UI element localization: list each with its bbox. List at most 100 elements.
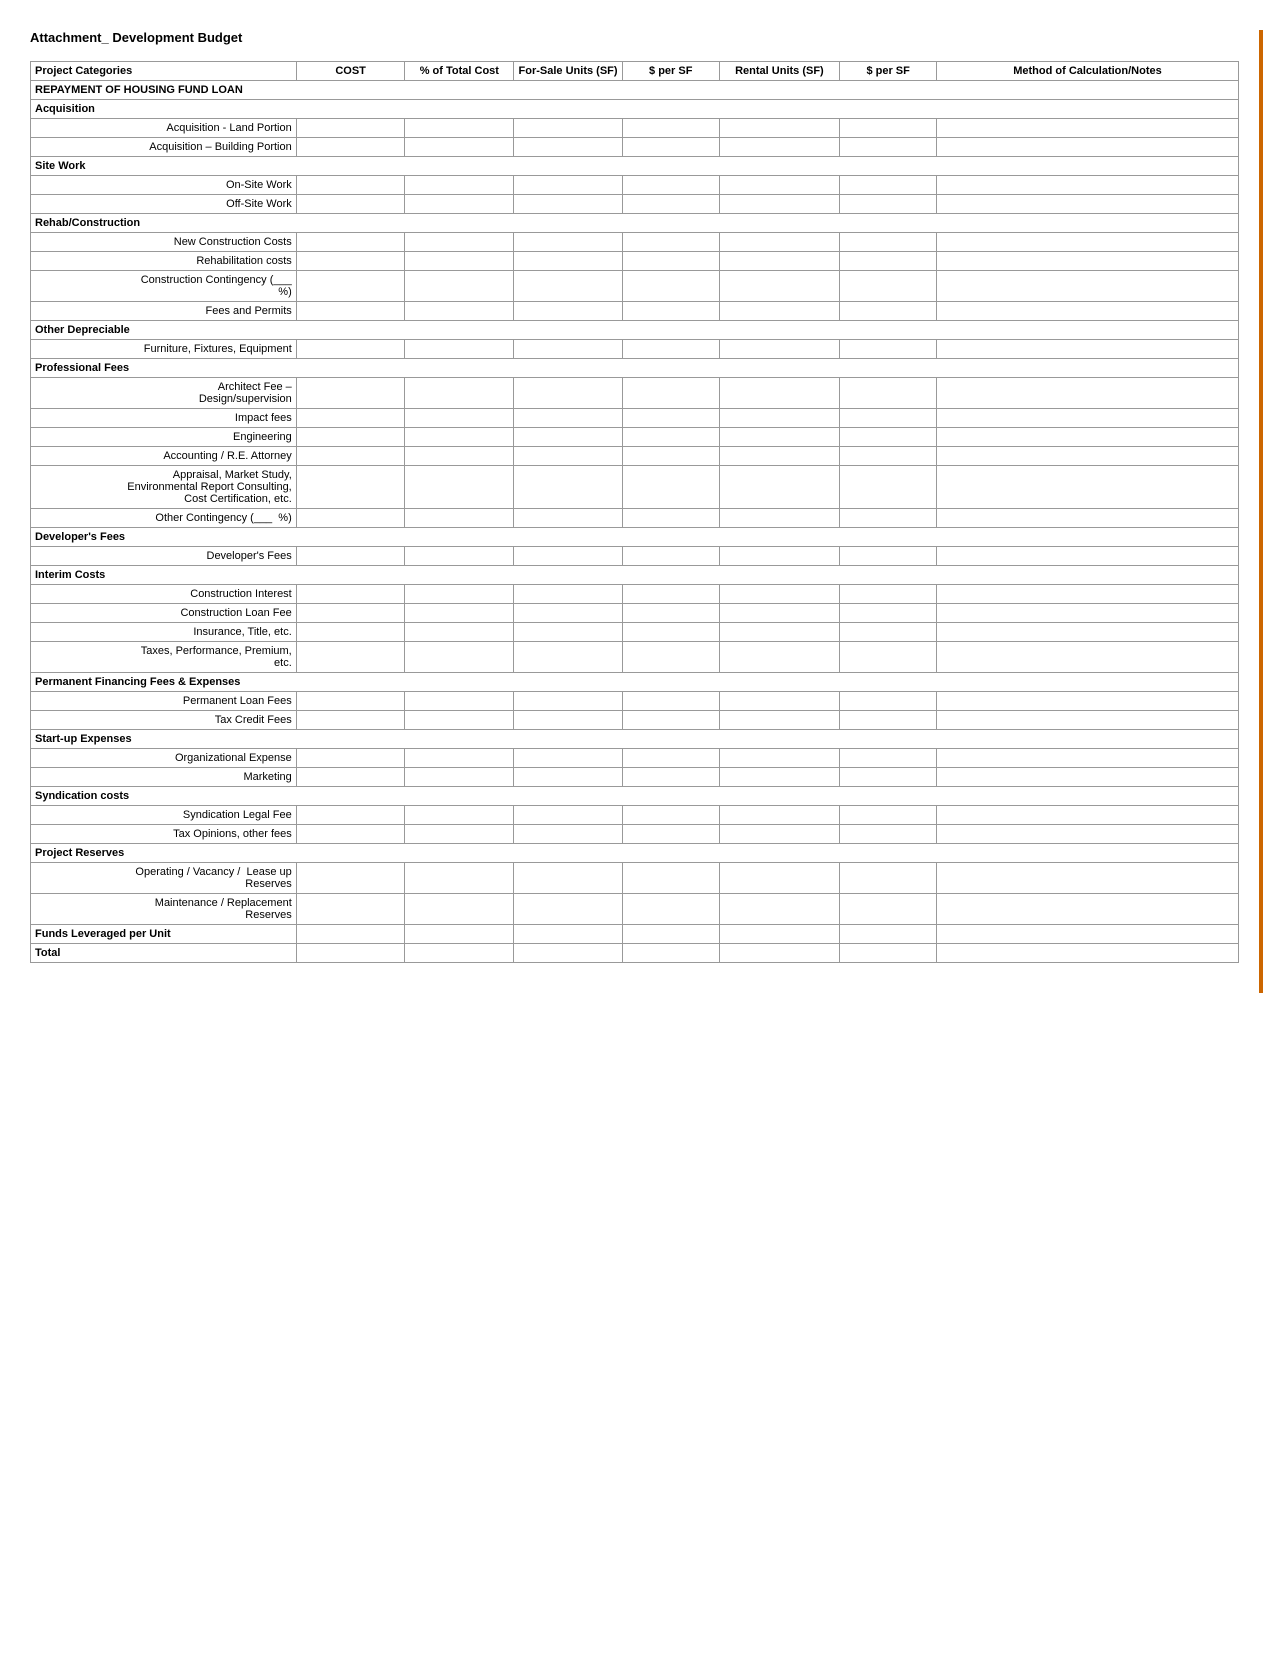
bold-row-label: Total (31, 944, 297, 963)
value-cell (514, 749, 623, 768)
value-cell (405, 409, 514, 428)
value-cell (719, 604, 840, 623)
value-cell (840, 925, 937, 944)
value-cell (514, 233, 623, 252)
row-label: Marketing (31, 768, 297, 787)
value-cell (719, 119, 840, 138)
value-cell (405, 252, 514, 271)
method-cell (936, 925, 1238, 944)
value-cell (719, 863, 840, 894)
value-cell (840, 894, 937, 925)
row-label: Syndication Legal Fee (31, 806, 297, 825)
value-cell (405, 623, 514, 642)
header-cost: COST (296, 62, 405, 81)
value-cell (840, 119, 937, 138)
method-cell (936, 302, 1238, 321)
value-cell (840, 409, 937, 428)
value-cell (405, 176, 514, 195)
value-cell (405, 340, 514, 359)
value-cell (622, 428, 719, 447)
value-cell (622, 547, 719, 566)
method-cell (936, 768, 1238, 787)
page-title: Attachment_ Development Budget (30, 30, 1249, 45)
value-cell (405, 466, 514, 509)
value-cell (514, 138, 623, 157)
value-cell (622, 409, 719, 428)
value-cell (514, 466, 623, 509)
value-cell (719, 302, 840, 321)
value-cell (405, 547, 514, 566)
value-cell (719, 428, 840, 447)
method-cell (936, 642, 1238, 673)
row-label: Permanent Loan Fees (31, 692, 297, 711)
value-cell (514, 428, 623, 447)
row-label: Impact fees (31, 409, 297, 428)
value-cell (622, 642, 719, 673)
value-cell (296, 509, 405, 528)
subsection-header-cell: Syndication costs (31, 787, 1239, 806)
row-label: Rehabilitation costs (31, 252, 297, 271)
value-cell (719, 509, 840, 528)
value-cell (514, 585, 623, 604)
row-label: Other Contingency (___ %) (31, 509, 297, 528)
value-cell (840, 825, 937, 844)
value-cell (514, 894, 623, 925)
value-cell (514, 340, 623, 359)
method-cell (936, 428, 1238, 447)
value-cell (840, 447, 937, 466)
method-cell (936, 195, 1238, 214)
value-cell (405, 585, 514, 604)
row-label: Maintenance / Replacement Reserves (31, 894, 297, 925)
value-cell (296, 340, 405, 359)
value-cell (719, 409, 840, 428)
value-cell (405, 378, 514, 409)
row-label: Appraisal, Market Study, Environmental R… (31, 466, 297, 509)
value-cell (622, 825, 719, 844)
value-cell (296, 925, 405, 944)
value-cell (405, 944, 514, 963)
value-cell (840, 863, 937, 894)
value-cell (840, 585, 937, 604)
value-cell (514, 825, 623, 844)
row-label: On-Site Work (31, 176, 297, 195)
value-cell (622, 252, 719, 271)
value-cell (719, 692, 840, 711)
method-cell (936, 863, 1238, 894)
value-cell (405, 604, 514, 623)
value-cell (296, 233, 405, 252)
value-cell (514, 547, 623, 566)
row-label: Organizational Expense (31, 749, 297, 768)
header-persf2: $ per SF (840, 62, 937, 81)
value-cell (840, 340, 937, 359)
row-label: Operating / Vacancy / Lease up Reserves (31, 863, 297, 894)
value-cell (296, 944, 405, 963)
value-cell (296, 119, 405, 138)
value-cell (840, 692, 937, 711)
value-cell (719, 894, 840, 925)
value-cell (405, 863, 514, 894)
value-cell (840, 806, 937, 825)
header-pct: % of Total Cost (405, 62, 514, 81)
value-cell (514, 768, 623, 787)
subsection-header-cell: Site Work (31, 157, 1239, 176)
value-cell (719, 252, 840, 271)
value-cell (296, 604, 405, 623)
value-cell (622, 692, 719, 711)
method-cell (936, 585, 1238, 604)
value-cell (719, 768, 840, 787)
method-cell (936, 466, 1238, 509)
value-cell (296, 447, 405, 466)
header-method: Method of Calculation/Notes (936, 62, 1238, 81)
value-cell (514, 119, 623, 138)
value-cell (840, 604, 937, 623)
header-project: Project Categories (31, 62, 297, 81)
value-cell (622, 768, 719, 787)
method-cell (936, 692, 1238, 711)
value-cell (405, 692, 514, 711)
value-cell (514, 176, 623, 195)
subsection-header-cell: Acquisition (31, 100, 1239, 119)
value-cell (296, 271, 405, 302)
header-rental: Rental Units (SF) (719, 62, 840, 81)
value-cell (719, 233, 840, 252)
row-label: Construction Loan Fee (31, 604, 297, 623)
